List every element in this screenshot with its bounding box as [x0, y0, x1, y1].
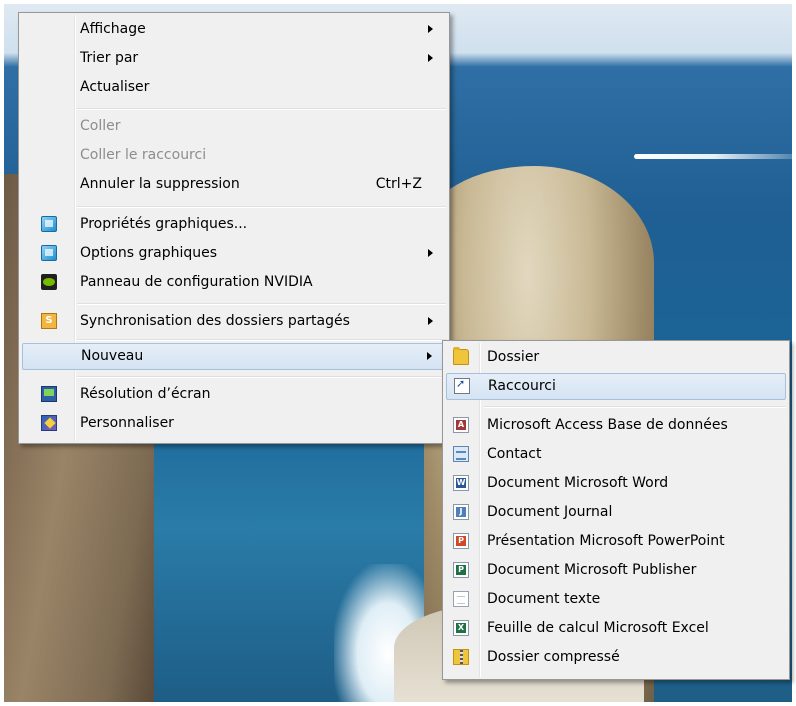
folder-icon [453, 347, 469, 365]
text-document-icon [453, 591, 469, 607]
submenu-arrow-icon [427, 352, 432, 360]
menu-item-label: Personnaliser [80, 415, 174, 431]
menu-item-trier-par[interactable]: Trier par [22, 45, 446, 72]
desktop-context-menu: Affichage Trier par Actualiser Coller Co… [18, 12, 450, 444]
submenu-item-label: Présentation Microsoft PowerPoint [487, 533, 725, 549]
menu-separator [77, 206, 446, 208]
sync-folders-icon: S [41, 313, 57, 329]
menu-item-label: Affichage [80, 21, 146, 37]
submenu-item-label: Contact [487, 446, 542, 462]
submenu-item-label: Document Microsoft Publisher [487, 562, 697, 578]
menu-separator [77, 108, 446, 110]
publisher-icon: P [453, 562, 469, 578]
submenu-item-label: Microsoft Access Base de données [487, 417, 728, 433]
submenu-item-texte[interactable]: Document texte [446, 586, 786, 613]
contact-icon [453, 446, 469, 462]
submenu-item-contact[interactable]: Contact [446, 441, 786, 468]
submenu-arrow-icon [428, 25, 433, 33]
menu-item-proprietes-graphiques[interactable]: Propriétés graphiques... [22, 211, 446, 238]
menu-item-label: Options graphiques [80, 245, 218, 261]
submenu-item-label: Dossier compressé [487, 649, 620, 665]
menu-item-nouveau[interactable]: Nouveau [22, 343, 446, 370]
menu-separator [484, 406, 786, 408]
menu-item-label: Coller [80, 118, 121, 134]
submenu-item-label: Document Microsoft Word [487, 475, 669, 491]
submenu-item-dossier-compresse[interactable]: Dossier compressé [446, 644, 786, 671]
journal-icon: J [453, 504, 469, 520]
menu-item-resolution-ecran[interactable]: Résolution d’écran [22, 381, 446, 408]
menu-item-label: Nouveau [81, 348, 144, 364]
menu-item-coller: Coller [22, 113, 446, 140]
menu-separator [77, 376, 446, 378]
graphics-options-icon [41, 245, 57, 261]
personalize-icon [41, 415, 57, 431]
menu-item-options-graphiques[interactable]: Options graphiques [22, 240, 446, 267]
word-icon: W [453, 475, 469, 491]
menu-item-label: Annuler la suppression [80, 176, 240, 192]
submenu-item-journal[interactable]: J Document Journal [446, 499, 786, 526]
shortcut-icon [454, 377, 470, 394]
submenu-item-excel[interactable]: X Feuille de calcul Microsoft Excel [446, 615, 786, 642]
zip-folder-icon [453, 649, 469, 665]
menu-item-label: Propriétés graphiques... [80, 216, 248, 232]
menu-item-actualiser[interactable]: Actualiser [22, 74, 446, 101]
excel-icon: X [453, 620, 469, 636]
menu-separator [77, 303, 446, 305]
submenu-item-access[interactable]: A Microsoft Access Base de données [446, 412, 786, 439]
access-icon: A [453, 417, 469, 433]
menu-item-label: Trier par [80, 50, 139, 66]
submenu-arrow-icon [428, 249, 433, 257]
submenu-item-label: Document texte [487, 591, 601, 607]
menu-item-synchronisation[interactable]: S Synchronisation des dossiers partagés [22, 308, 446, 335]
menu-item-nvidia[interactable]: Panneau de configuration NVIDIA [22, 269, 446, 296]
menu-item-coller-raccourci: Coller le raccourci [22, 142, 446, 169]
menu-separator [77, 339, 446, 341]
submenu-item-label: Feuille de calcul Microsoft Excel [487, 620, 709, 636]
submenu-item-raccourci[interactable]: Raccourci [446, 373, 786, 400]
menu-item-annuler-suppression[interactable]: Annuler la suppression Ctrl+Z [22, 171, 446, 198]
menu-item-label: Actualiser [80, 79, 150, 95]
submenu-item-label: Raccourci [488, 378, 556, 394]
submenu-item-word[interactable]: W Document Microsoft Word [446, 470, 786, 497]
menu-item-label: Panneau de configuration NVIDIA [80, 274, 313, 290]
submenu-item-label: Dossier [487, 349, 540, 365]
menu-item-label: Coller le raccourci [80, 147, 207, 163]
shortcut-label: Ctrl+Z [375, 176, 422, 192]
menu-item-label: Synchronisation des dossiers partagés [80, 313, 350, 329]
submenu-arrow-icon [428, 317, 433, 325]
submenu-arrow-icon [428, 54, 433, 62]
menu-item-label: Résolution d’écran [80, 386, 211, 402]
graphics-properties-icon [41, 216, 57, 232]
submenu-item-publisher[interactable]: P Document Microsoft Publisher [446, 557, 786, 584]
submenu-item-powerpoint[interactable]: P Présentation Microsoft PowerPoint [446, 528, 786, 555]
boat-wake [634, 154, 792, 159]
submenu-item-dossier[interactable]: Dossier [446, 344, 786, 371]
nvidia-icon [41, 274, 57, 290]
submenu-item-label: Document Journal [487, 504, 613, 520]
menu-item-affichage[interactable]: Affichage [22, 16, 446, 43]
new-submenu: Dossier Raccourci A Microsoft Access Bas… [442, 340, 790, 680]
screen-resolution-icon [41, 386, 57, 402]
menu-item-personnaliser[interactable]: Personnaliser [22, 410, 446, 437]
powerpoint-icon: P [453, 533, 469, 549]
